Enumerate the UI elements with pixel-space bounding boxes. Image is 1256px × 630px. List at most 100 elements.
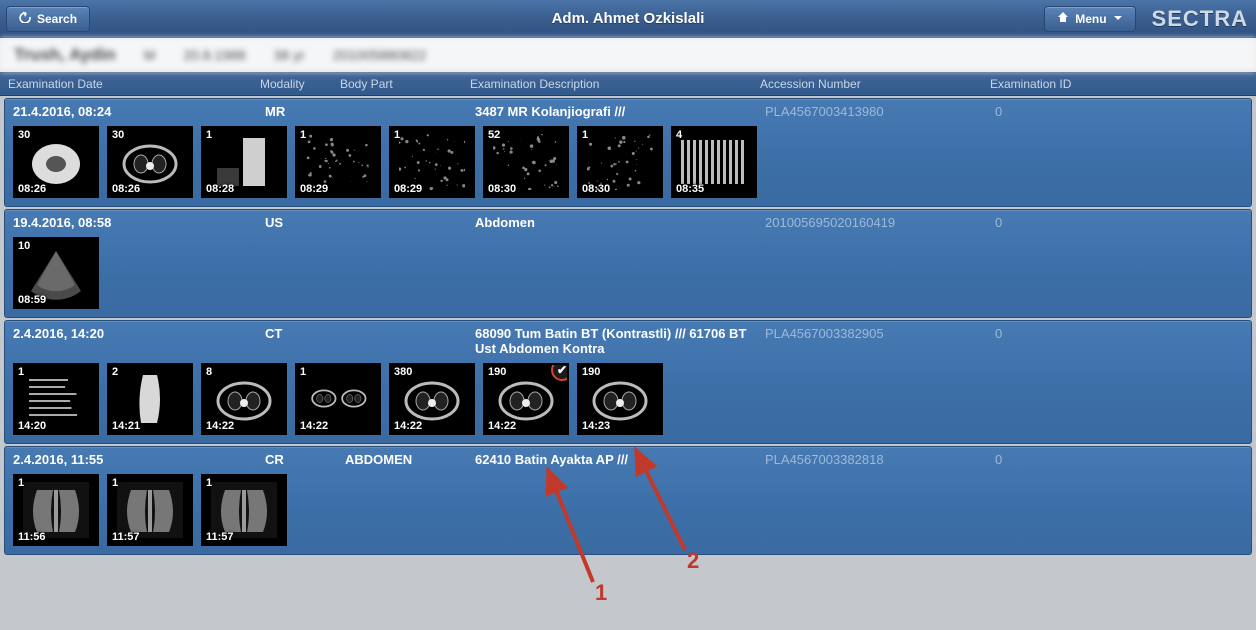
- series-thumb[interactable]: 10 08:59: [13, 237, 99, 309]
- column-header-row: Examination Date Modality Body Part Exam…: [0, 72, 1256, 96]
- titlebar: Search Adm. Ahmet Ozkislali Menu SECTRA: [0, 0, 1256, 38]
- exam-list[interactable]: 21.4.2016, 08:24 MR 3487 MR Kolanjiograf…: [0, 96, 1256, 630]
- thumb-time: 11:57: [206, 531, 234, 543]
- thumb-count: 1: [206, 129, 212, 141]
- col-header-date[interactable]: Examination Date: [0, 77, 260, 91]
- home-icon: [1057, 11, 1069, 26]
- thumb-count: 190: [488, 366, 506, 378]
- col-header-modality[interactable]: Modality: [260, 77, 340, 91]
- series-thumb[interactable]: 1 14:20: [13, 363, 99, 435]
- series-thumb[interactable]: 30 08:26: [107, 126, 193, 198]
- series-thumb[interactable]: 2 14:21: [107, 363, 193, 435]
- exam-date: 19.4.2016, 08:58: [5, 215, 265, 230]
- chevron-down-icon: [1113, 12, 1123, 26]
- exam-date: 21.4.2016, 08:24: [5, 104, 265, 119]
- exam-modality: CT: [265, 326, 345, 341]
- thumb-time: 08:29: [394, 183, 422, 195]
- exam-header[interactable]: 19.4.2016, 08:58 US Abdomen 201005695020…: [5, 210, 1251, 233]
- exam-header[interactable]: 21.4.2016, 08:24 MR 3487 MR Kolanjiograf…: [5, 99, 1251, 122]
- series-thumb[interactable]: 1 11:56: [13, 474, 99, 546]
- thumb-count: 1: [18, 477, 24, 489]
- col-header-bodypart[interactable]: Body Part: [340, 77, 470, 91]
- thumb-time: 14:22: [300, 420, 328, 432]
- series-thumb[interactable]: 1 14:22: [295, 363, 381, 435]
- exam-accession: 201005695020160419: [765, 215, 995, 230]
- menu-button[interactable]: Menu: [1044, 6, 1135, 32]
- series-thumb[interactable]: 1 08:29: [295, 126, 381, 198]
- series-thumb[interactable]: 1 11:57: [107, 474, 193, 546]
- series-thumb[interactable]: 52 08:30: [483, 126, 569, 198]
- series-thumb[interactable]: 190 14:22 ✔: [483, 363, 569, 435]
- thumb-time: 08:30: [488, 183, 516, 195]
- patient-name: Trush, Aydin: [14, 45, 116, 65]
- series-thumbnails: 30 08:26 30 08:26 1 08:28 1 08:29 1 08:2…: [5, 122, 1251, 206]
- thumb-time: 08:29: [300, 183, 328, 195]
- check-icon: ✔: [557, 363, 567, 377]
- thumb-count: 8: [206, 366, 212, 378]
- thumb-time: 08:59: [18, 294, 46, 306]
- series-thumb[interactable]: 1 08:29: [389, 126, 475, 198]
- series-thumb[interactable]: 1 08:28: [201, 126, 287, 198]
- series-thumb[interactable]: 4 08:35: [671, 126, 757, 198]
- search-button-label: Search: [37, 12, 77, 26]
- patient-f3: 38 yr: [274, 47, 305, 63]
- thumb-time: 14:23: [582, 420, 610, 432]
- exam-header[interactable]: 2.4.2016, 11:55 CR ABDOMEN 62410 Batin A…: [5, 447, 1251, 470]
- thumb-count: 1: [112, 477, 118, 489]
- exam-modality: MR: [265, 104, 345, 119]
- exam-row[interactable]: 2.4.2016, 14:20 CT 68090 Tum Batin BT (K…: [4, 320, 1252, 444]
- thumb-count: 30: [18, 129, 30, 141]
- thumb-count: 4: [676, 129, 682, 141]
- thumb-time: 08:28: [206, 183, 234, 195]
- thumb-time: 08:35: [676, 183, 704, 195]
- exam-row[interactable]: 21.4.2016, 08:24 MR 3487 MR Kolanjiograf…: [4, 98, 1252, 207]
- thumb-count: 10: [18, 240, 30, 252]
- series-thumb[interactable]: 380 14:22: [389, 363, 475, 435]
- thumb-count: 1: [300, 366, 306, 378]
- series-thumbnails: 1 14:20 2 14:21 8 14:22 1 14:22 380 14:2…: [5, 359, 1251, 443]
- series-thumb[interactable]: 30 08:26: [13, 126, 99, 198]
- series-thumbnails: 10 08:59: [5, 233, 1251, 317]
- thumb-count: 2: [112, 366, 118, 378]
- patient-f4: 201005880822: [333, 47, 426, 63]
- thumb-count: 52: [488, 129, 500, 141]
- exam-eid: 0: [995, 326, 1251, 341]
- exam-desc: 3487 MR Kolanjiografi ///: [475, 104, 765, 119]
- series-thumb[interactable]: 1 11:57: [201, 474, 287, 546]
- exam-header[interactable]: 2.4.2016, 14:20 CT 68090 Tum Batin BT (K…: [5, 321, 1251, 359]
- exam-modality: US: [265, 215, 345, 230]
- exam-desc: 68090 Tum Batin BT (Kontrastli) /// 6170…: [475, 326, 765, 356]
- series-thumb[interactable]: 190 14:23: [577, 363, 663, 435]
- exam-eid: 0: [995, 452, 1251, 467]
- thumb-count: 1: [394, 129, 400, 141]
- col-header-accession[interactable]: Accession Number: [760, 77, 990, 91]
- exam-eid: 0: [995, 215, 1251, 230]
- series-thumb[interactable]: 1 08:30: [577, 126, 663, 198]
- exam-desc: Abdomen: [475, 215, 765, 230]
- exam-bodypart: ABDOMEN: [345, 452, 475, 467]
- thumb-time: 14:22: [394, 420, 422, 432]
- patient-f2: 20.8.1988: [183, 47, 245, 63]
- exam-row[interactable]: 2.4.2016, 11:55 CR ABDOMEN 62410 Batin A…: [4, 446, 1252, 555]
- thumb-time: 11:57: [112, 531, 140, 543]
- patient-info-strip: Trush, Aydin M 20.8.1988 38 yr 201005880…: [0, 38, 1256, 72]
- series-thumb[interactable]: 8 14:22: [201, 363, 287, 435]
- exam-eid: 0: [995, 104, 1251, 119]
- exam-date: 2.4.2016, 14:20: [5, 326, 265, 341]
- thumb-time: 11:56: [18, 531, 46, 543]
- col-header-desc[interactable]: Examination Description: [470, 77, 760, 91]
- thumb-time: 14:22: [488, 420, 516, 432]
- thumb-time: 08:26: [112, 183, 140, 195]
- menu-button-label: Menu: [1075, 12, 1106, 26]
- thumb-count: 30: [112, 129, 124, 141]
- exam-accession: PLA4567003382905: [765, 326, 995, 341]
- exam-desc: 62410 Batin Ayakta AP ///: [475, 452, 765, 467]
- thumb-count: 1: [300, 129, 306, 141]
- brand-logo: SECTRA: [1148, 6, 1252, 32]
- exam-accession: PLA4567003382818: [765, 452, 995, 467]
- search-button[interactable]: Search: [6, 6, 90, 32]
- series-thumbnails: 1 11:56 1 11:57 1 11:57: [5, 470, 1251, 554]
- thumb-time: 08:26: [18, 183, 46, 195]
- col-header-eid[interactable]: Examination ID: [990, 77, 1256, 91]
- exam-row[interactable]: 19.4.2016, 08:58 US Abdomen 201005695020…: [4, 209, 1252, 318]
